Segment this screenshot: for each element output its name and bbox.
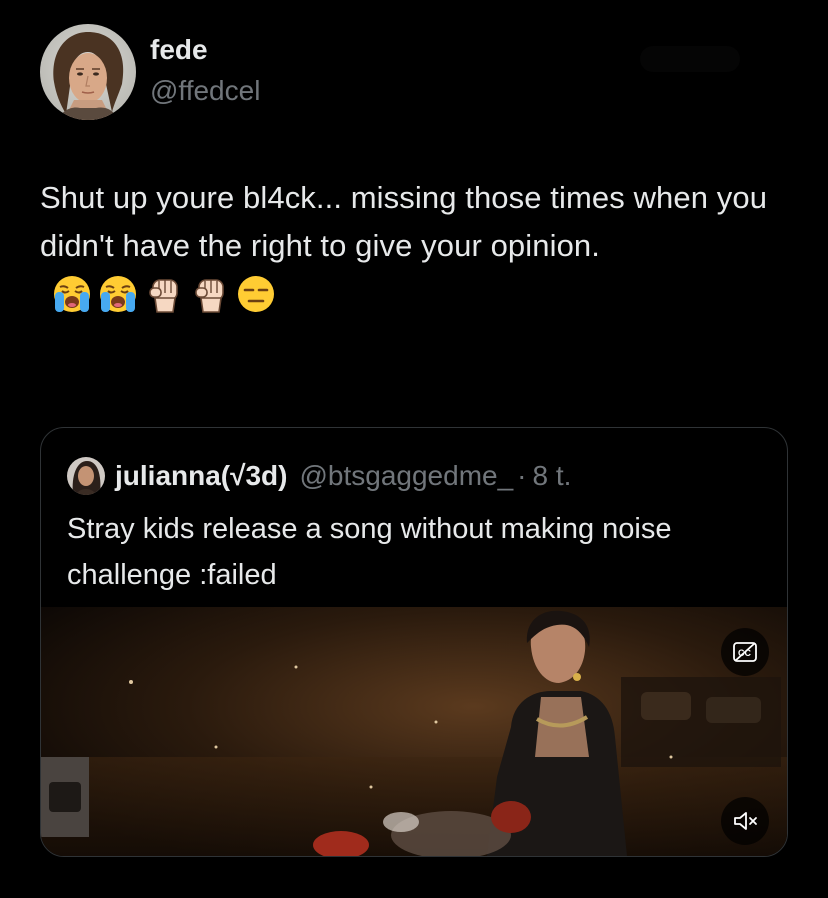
quoted-tweet-timestamp[interactable]: 8 t. (533, 460, 572, 492)
quoted-author-avatar-image (67, 457, 105, 495)
follow-button[interactable] (640, 46, 740, 72)
mute-toggle-button[interactable] (721, 797, 769, 845)
raised-fist-emoji (195, 279, 224, 313)
emoji-row (52, 274, 276, 314)
loudly-crying-face-emoji (54, 275, 90, 312)
closed-captions-off-icon: CC (733, 642, 757, 662)
loudly-crying-face-emoji (100, 275, 136, 312)
author-name[interactable]: fede (150, 34, 208, 66)
author-avatar-image (40, 24, 136, 120)
quoted-tweet-video[interactable]: CC (41, 607, 787, 856)
expressionless-face-emoji (238, 275, 274, 312)
closed-captions-button[interactable]: CC (721, 628, 769, 676)
quoted-tweet-header: julianna(√3d) @btsgaggedme_ · 8 t. (67, 456, 571, 496)
quoted-author-name[interactable]: julianna(√3d) (115, 460, 287, 492)
tweet-text-content: Shut up youre bl4ck... missing those tim… (40, 180, 768, 263)
video-frame (41, 607, 787, 856)
meta-separator: · (517, 460, 527, 491)
tweet-detail-view: fede @ffedcel Shut up youre bl4ck... mis… (0, 0, 828, 898)
volume-muted-icon (734, 812, 757, 830)
quoted-tweet-card[interactable]: julianna(√3d) @btsgaggedme_ · 8 t. Stray… (40, 427, 788, 857)
tweet-text: Shut up youre bl4ck... missing those tim… (40, 174, 790, 318)
quoted-author-avatar[interactable] (67, 457, 105, 495)
author-handle[interactable]: @ffedcel (150, 75, 260, 107)
quoted-tweet-text: Stray kids release a song without making… (67, 513, 672, 591)
quoted-author-handle[interactable]: @btsgaggedme_ (299, 460, 513, 492)
raised-fist-emoji (149, 279, 178, 313)
author-avatar[interactable] (40, 24, 136, 120)
